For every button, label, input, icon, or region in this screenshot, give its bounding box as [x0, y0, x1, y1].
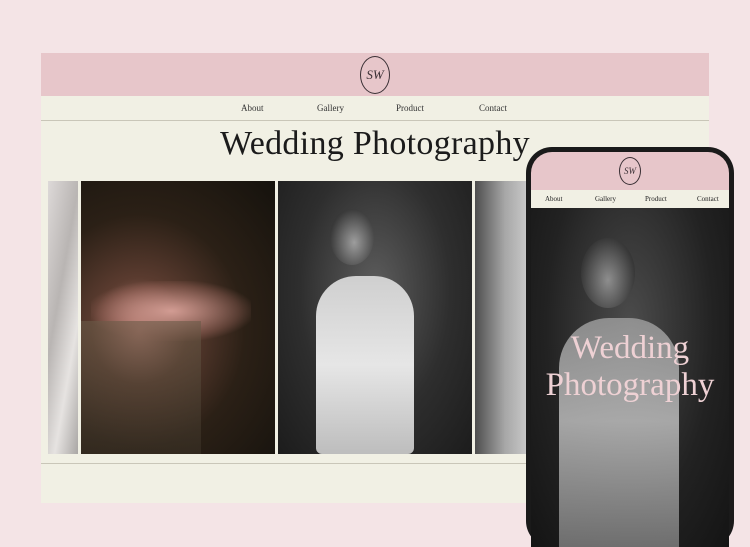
- mobile-nav: About Gallery Product Contact: [531, 190, 729, 208]
- gallery-photo-couple[interactable]: [81, 181, 275, 454]
- photo-dress: [81, 321, 201, 454]
- mobile-nav-gallery[interactable]: Gallery: [595, 195, 616, 203]
- mobile-header: SW: [531, 152, 729, 190]
- site-nav: About Gallery Product Contact: [41, 96, 709, 121]
- photo-head: [330, 209, 374, 265]
- photo-head: [581, 238, 635, 308]
- nav-gallery[interactable]: Gallery: [317, 103, 344, 113]
- nav-contact[interactable]: Contact: [479, 103, 507, 113]
- mobile-nav-about[interactable]: About: [545, 195, 563, 203]
- site-header: SW: [41, 53, 709, 96]
- gallery-photo-veil[interactable]: [48, 181, 78, 454]
- photo-body: [316, 276, 414, 454]
- mobile-nav-product[interactable]: Product: [645, 195, 667, 203]
- gallery-photo-bride[interactable]: [278, 181, 472, 454]
- nav-about[interactable]: About: [241, 103, 264, 113]
- phone-screen: SW About Gallery Product Contact Wedding…: [531, 152, 729, 547]
- mobile-monogram-logo[interactable]: SW: [619, 157, 641, 185]
- phone-mockup: SW About Gallery Product Contact Wedding…: [526, 147, 734, 547]
- mobile-nav-contact[interactable]: Contact: [697, 195, 719, 203]
- mobile-hero-title: Wedding Photography: [545, 330, 715, 403]
- monogram-logo[interactable]: SW: [360, 56, 390, 94]
- nav-product[interactable]: Product: [396, 103, 424, 113]
